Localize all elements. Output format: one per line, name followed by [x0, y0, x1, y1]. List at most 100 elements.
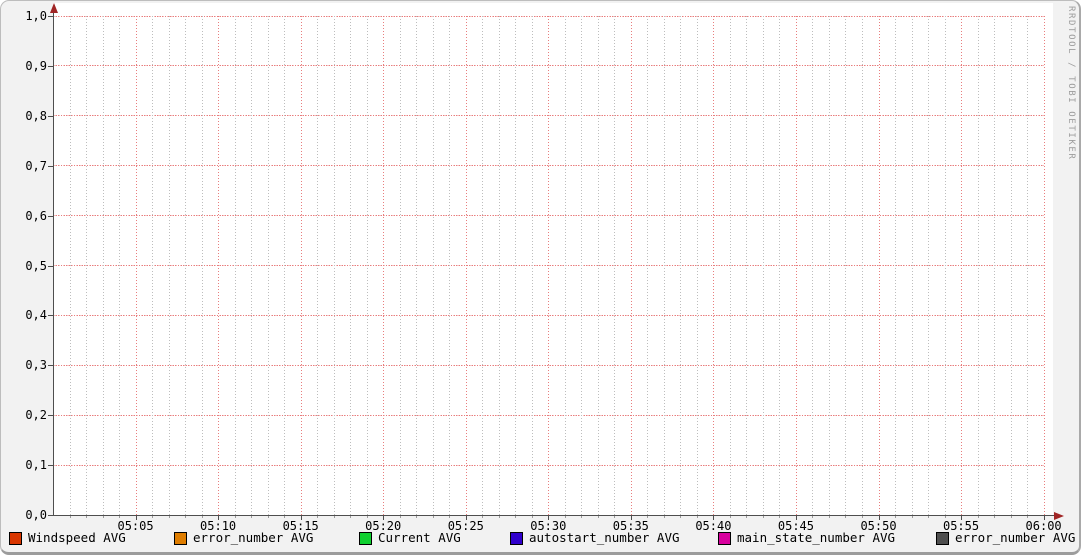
legend-item: Current AVG — [359, 531, 461, 545]
grid-line-vertical-minor — [845, 16, 847, 515]
grid-line-vertical-minor — [531, 16, 533, 515]
grid-line-vertical-minor — [828, 16, 830, 515]
grid-line-vertical-minor — [399, 16, 401, 515]
grid-line-vertical-minor — [861, 16, 863, 515]
legend-swatch — [936, 531, 949, 545]
y-axis-label: 1,0 — [25, 9, 47, 23]
x-axis-tick-minor — [399, 516, 401, 518]
x-axis-tick-minor — [432, 516, 434, 518]
grid-line-vertical-major — [713, 16, 715, 515]
grid-line-vertical-minor — [614, 16, 616, 515]
x-axis-tick-minor — [119, 516, 121, 518]
x-axis-tick-minor — [498, 516, 500, 518]
x-axis-tick-minor — [729, 516, 731, 518]
legend-item: autostart_number AVG — [510, 531, 680, 545]
grid-line-vertical-minor — [564, 16, 566, 515]
grid-line-vertical-minor — [350, 16, 352, 515]
x-axis-tick-minor — [680, 516, 682, 518]
grid-line-vertical-major — [1043, 16, 1045, 515]
legend-item: main_state_number AVG — [718, 531, 895, 545]
x-axis-tick-minor — [746, 516, 748, 518]
x-axis-tick-minor — [812, 516, 814, 518]
x-axis-tick-minor — [597, 516, 599, 518]
x-axis-tick-minor — [317, 516, 319, 518]
legend-swatch — [510, 531, 523, 545]
x-axis-tick-minor — [267, 516, 269, 518]
x-axis-tick-minor — [861, 516, 863, 518]
grid-line-vertical-major — [878, 16, 880, 515]
grid-line-vertical-minor — [1027, 16, 1029, 515]
x-axis-tick-minor — [350, 516, 352, 518]
grid-line-vertical-major — [383, 16, 385, 515]
x-axis-tick-minor — [531, 516, 533, 518]
grid-line-vertical-minor — [102, 16, 104, 515]
grid-line-vertical-minor — [696, 16, 698, 515]
y-axis-label: 0,7 — [25, 158, 47, 173]
grid-line-vertical-major — [795, 16, 797, 515]
legend-swatch — [718, 531, 731, 545]
x-axis-tick-minor — [482, 516, 484, 518]
grid-line-vertical-minor — [449, 16, 451, 515]
grid-line-vertical-minor — [267, 16, 269, 515]
x-axis-tick-minor — [647, 516, 649, 518]
x-axis-tick-minor — [564, 516, 566, 518]
legend-swatch — [359, 531, 372, 545]
x-axis-tick-minor — [845, 516, 847, 518]
grid-line-vertical-minor — [746, 16, 748, 515]
grid-line-vertical-major — [135, 16, 137, 515]
x-axis-line — [48, 515, 1054, 516]
x-axis-tick-minor — [515, 516, 517, 518]
x-axis-tick-minor — [284, 516, 286, 518]
grid-line-vertical-minor — [119, 16, 121, 515]
legend-swatch — [9, 531, 22, 545]
legend-label: autostart_number AVG — [529, 530, 680, 545]
y-axis-arrow-icon — [49, 3, 58, 13]
grid-line-vertical-minor — [432, 16, 434, 515]
grid-line-vertical-minor — [647, 16, 649, 515]
legend-item: Windspeed AVG — [9, 531, 126, 545]
grid-line-vertical-minor — [729, 16, 731, 515]
legend-label: Windspeed AVG — [28, 530, 126, 545]
grid-line-vertical-major — [548, 16, 550, 515]
grid-line-vertical-minor — [944, 16, 946, 515]
x-axis-tick-minor — [234, 516, 236, 518]
plot-area — [53, 3, 1053, 515]
y-axis-label: 0,2 — [25, 408, 47, 423]
x-axis-tick-minor — [977, 516, 979, 518]
rrdtool-graph: 0,0 0,1 0,2 0,3 0,4 0,5 0,6 0,7 0,8 0,9 1,0 05:05 05… — [0, 0, 1081, 555]
grid-line-vertical-minor — [168, 16, 170, 515]
legend-label: main_state_number AVG — [737, 530, 896, 545]
y-axis-line — [53, 6, 54, 516]
x-axis-tick-minor — [928, 516, 930, 518]
grid-line-vertical-minor — [284, 16, 286, 515]
y-axis-label: 0,0 — [25, 508, 47, 522]
x-axis-tick-minor — [366, 516, 368, 518]
grid-line-vertical-minor — [779, 16, 781, 515]
x-axis-tick-minor — [1010, 516, 1012, 518]
grid-line-vertical-minor — [515, 16, 517, 515]
x-axis-tick-minor — [152, 516, 154, 518]
grid-line-vertical-minor — [69, 16, 71, 515]
grid-line-vertical-minor — [498, 16, 500, 515]
legend-label: Current AVG — [378, 530, 461, 545]
grid-line-vertical-minor — [680, 16, 682, 515]
x-axis-tick-minor — [449, 516, 451, 518]
grid-line-vertical-minor — [1010, 16, 1012, 515]
x-axis-tick-minor — [581, 516, 583, 518]
x-axis-tick-minor — [994, 516, 996, 518]
x-axis-tick-minor — [201, 516, 203, 518]
legend-swatch — [174, 531, 187, 545]
grid-line-vertical-minor — [911, 16, 913, 515]
legend-label: error_number AVG — [193, 530, 314, 545]
grid-line-vertical-minor — [366, 16, 368, 515]
legend-item: error_number AVG — [174, 531, 313, 545]
grid-line-vertical-minor — [152, 16, 154, 515]
x-axis-tick-minor — [911, 516, 913, 518]
x-axis-tick-minor — [86, 516, 88, 518]
grid-line-vertical-minor — [928, 16, 930, 515]
legend-label: error_number AVG — [955, 530, 1076, 545]
x-axis-tick-minor — [944, 516, 946, 518]
y-axis-label: 0,1 — [25, 458, 47, 473]
x-axis-tick-minor — [696, 516, 698, 518]
x-axis-tick-minor — [895, 516, 896, 518]
